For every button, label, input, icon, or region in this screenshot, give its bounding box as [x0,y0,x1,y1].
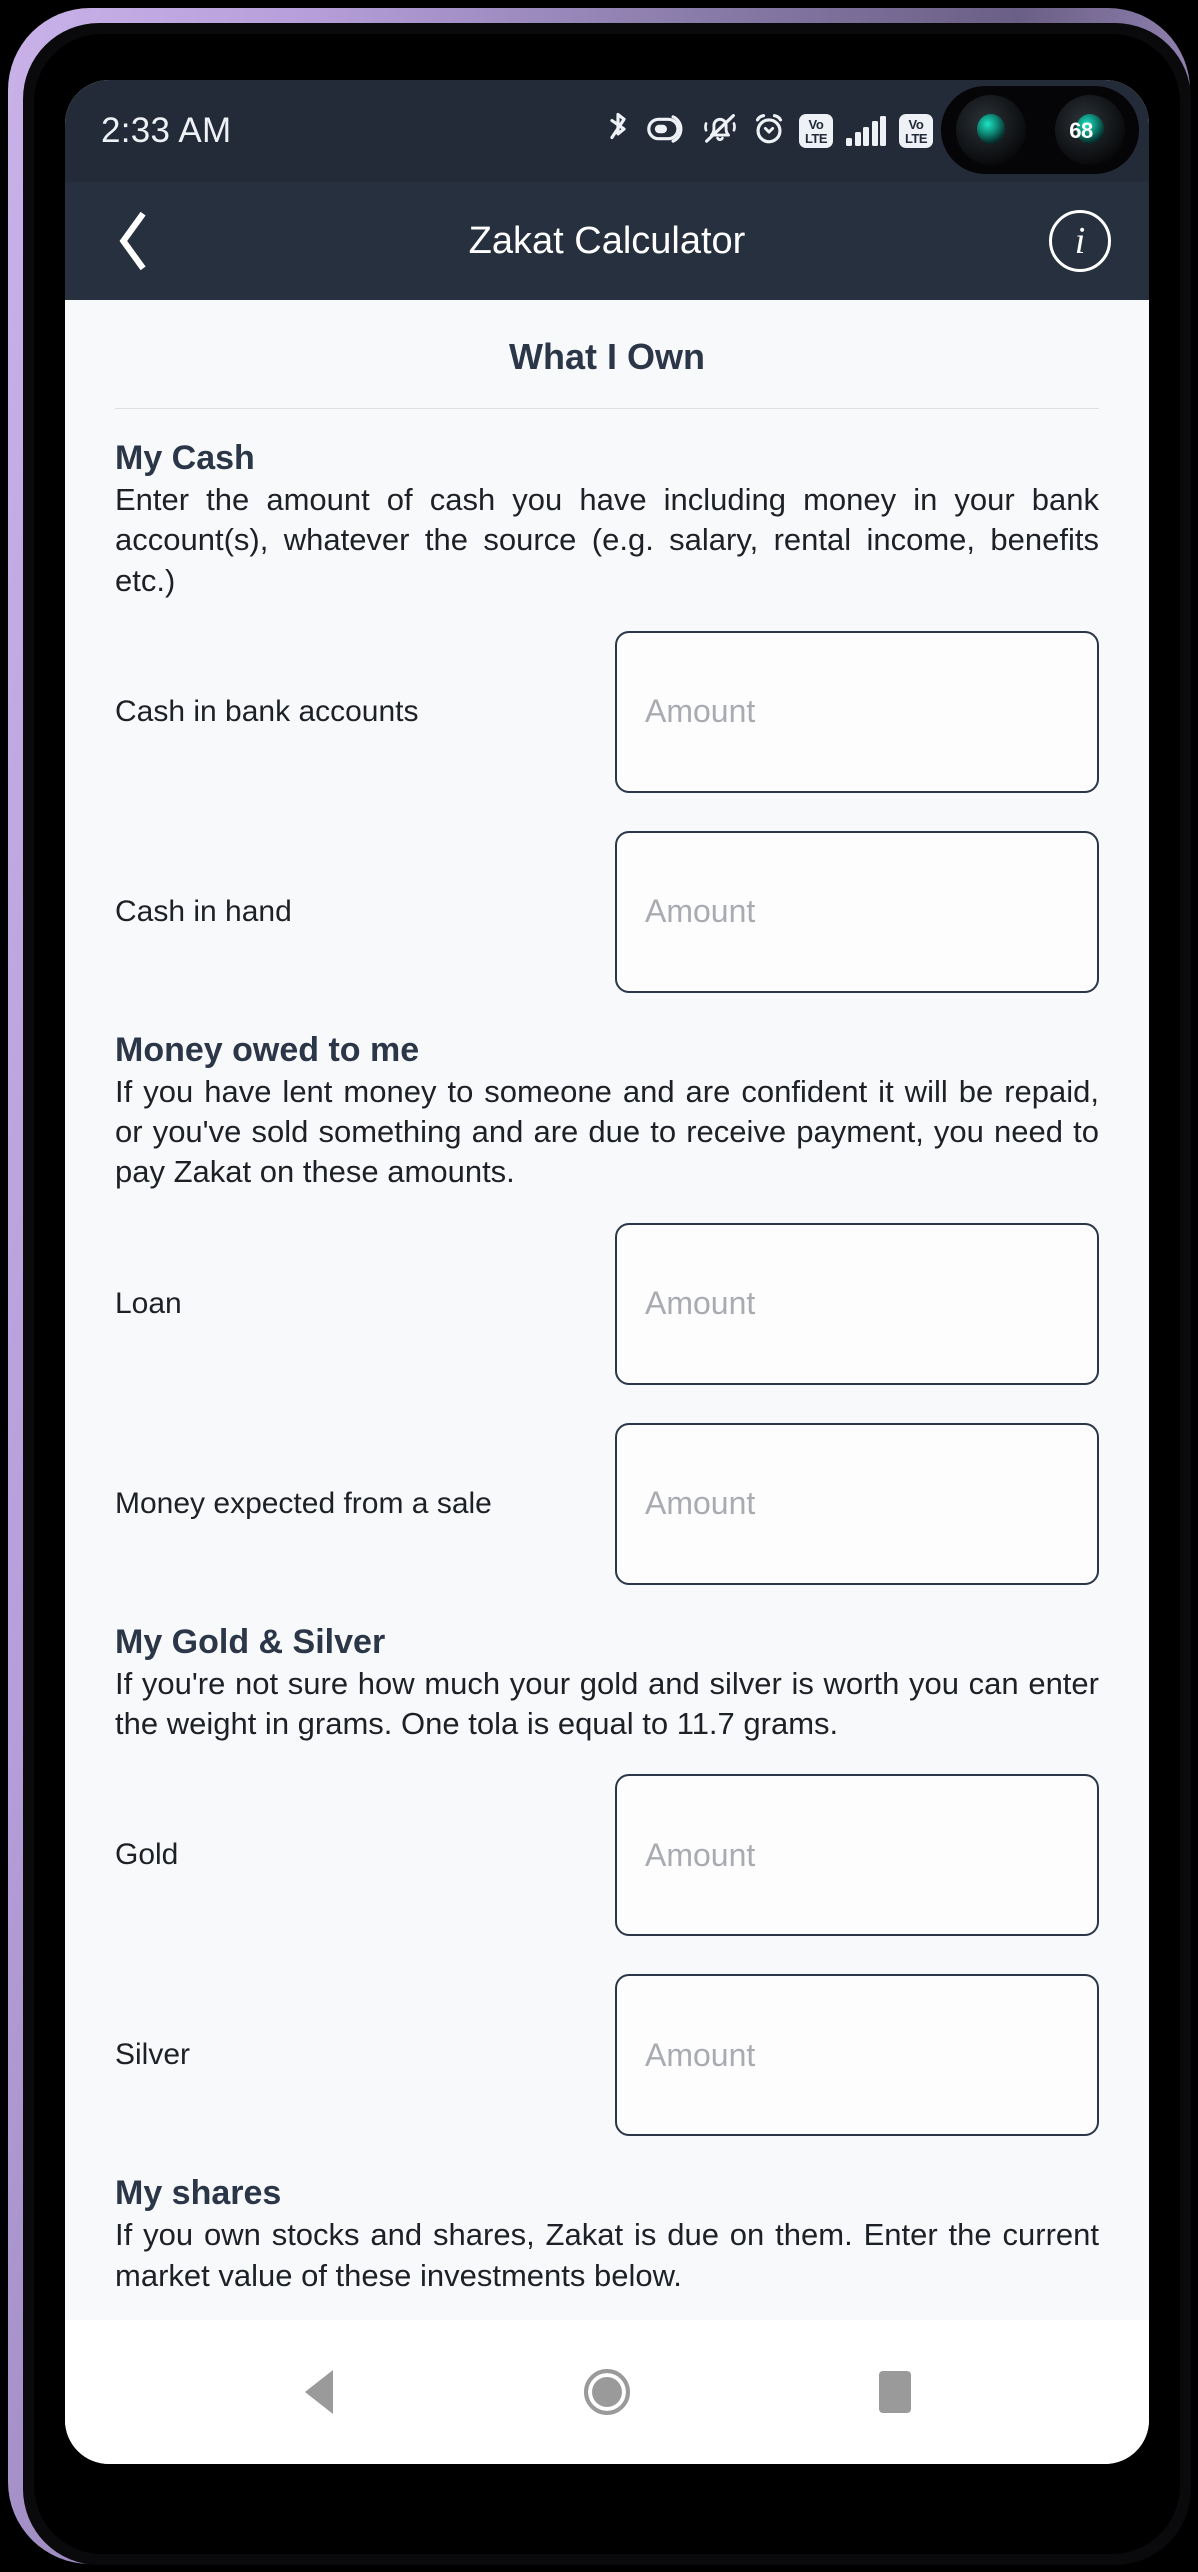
chevron-left-icon [119,212,146,270]
field-row: Silver Amount [115,1966,1099,2144]
status-bar-time: 2:33 AM [101,111,232,150]
battery-saver-icon [646,112,688,151]
nav-recents-button[interactable] [840,2347,950,2437]
android-nav-bar [65,2320,1149,2464]
bluetooth-icon [603,112,633,151]
alarm-icon [752,112,786,151]
section-title: My shares [115,2174,282,2213]
amount-input[interactable]: Amount [615,1422,1099,1585]
back-button[interactable] [103,211,163,271]
volte-icon: Vo LTE [799,114,833,148]
section-description: If you're not sure how much your gold an… [115,1665,1099,1742]
field-row: Loan Amount [115,1215,1099,1393]
page-title: Zakat Calculator [468,219,746,262]
phone-frame: 2:33 AM Vo LTE Vo LTE 68 Zakat Calculato… [8,8,1191,2565]
field-label: Money expected from a sale [115,1486,492,1520]
ringer-silent-icon [701,112,739,151]
recents-square-icon [879,2371,911,2413]
volte-icon-2: Vo LTE [899,114,933,148]
app-bar: Zakat Calculator i [65,182,1149,300]
field-label: Gold [115,1838,179,1872]
field-label: Cash in hand [115,894,292,928]
field-row: Cash in bank accounts Amount [115,623,1099,801]
field-row: Gold Amount [115,1766,1099,1944]
nav-back-button[interactable] [264,2347,374,2437]
camera-island [941,86,1139,174]
battery-level-text: 68 [1069,118,1093,143]
amount-input[interactable]: Amount [615,1974,1099,2137]
home-circle-icon [584,2369,630,2415]
section-description: If you own stocks and shares, Zakat is d… [115,2217,1099,2293]
amount-input-placeholder: Amount [645,1285,756,1322]
nav-home-button[interactable] [552,2347,662,2437]
section-heading: What I Own [509,336,705,377]
amount-input[interactable]: Amount [615,630,1099,793]
section-title: My Cash [115,439,255,477]
heading-divider [115,408,1099,409]
section-title: Money owed to me [115,1030,420,1069]
section: Money owed to me If you have lent money t… [65,1031,1149,1593]
section: My Cash Enter the amount of cash you have… [65,439,1149,1001]
amount-input[interactable]: Amount [615,1774,1099,1937]
amount-input-placeholder: Amount [645,893,756,930]
amount-input[interactable]: Amount [615,830,1099,993]
amount-input-placeholder: Amount [645,2036,756,2073]
field-row: Money expected from a sale Amount [115,1415,1099,1593]
section: My Gold & Silver If you're not sure how m… [65,1623,1149,2145]
field-label: Cash in bank accounts [115,694,419,728]
amount-input-placeholder: Amount [645,693,756,730]
status-bar: 2:33 AM Vo LTE Vo LTE 68 [65,80,1149,182]
info-icon[interactable]: i [1049,210,1111,272]
amount-input[interactable]: Amount [615,1222,1099,1385]
field-row: Cash in hand Amount [115,823,1099,1001]
section-title: My Gold & Silver [115,1622,386,1661]
phone-screen: 2:33 AM Vo LTE Vo LTE 68 Zakat Calculato… [65,80,1149,2464]
scroll-content[interactable]: What I Own My Cash Enter the amount of ca… [65,300,1149,2320]
camera-lens-left [955,95,1026,165]
field-label: Silver [115,2038,191,2072]
section-description: Enter the amount of cash you have includ… [115,482,1099,598]
signal-bars-icon [846,116,886,146]
section-description: If you have lent money to someone and ar… [115,1073,1099,1190]
sections-container: My Cash Enter the amount of cash you have… [65,439,1149,2320]
back-triangle-icon [305,2370,333,2414]
amount-input-placeholder: Amount [645,1485,756,1522]
amount-input-placeholder: Amount [645,1836,756,1873]
section: My shares If you own stocks and shares, Z… [65,2174,1149,2320]
field-label: Loan [115,1286,182,1320]
